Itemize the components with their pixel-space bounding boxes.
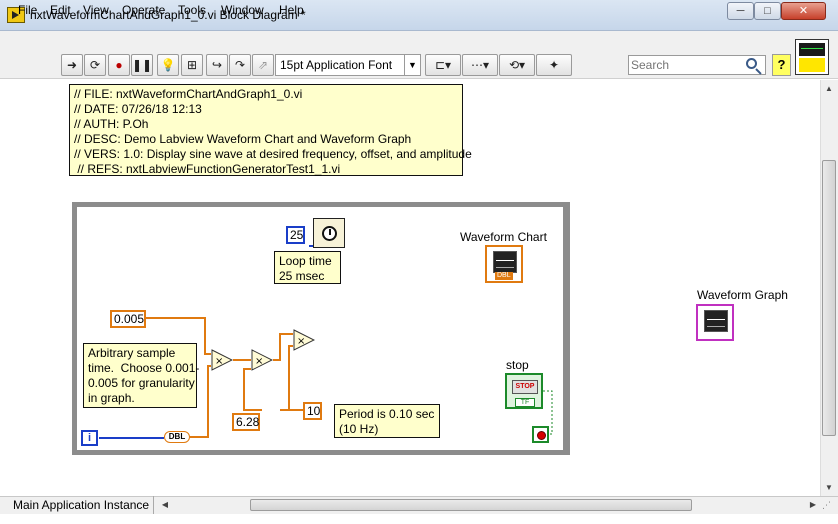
waveform-graph-terminal[interactable] [696,304,734,341]
vertical-scroll-thumb[interactable] [822,160,836,436]
application-instance-label[interactable]: Main Application Instance [10,496,154,514]
iteration-terminal[interactable]: i [81,430,98,446]
horizontal-scroll-thumb[interactable] [250,499,692,511]
wait-ms-icon[interactable] [313,218,345,248]
svg-text:×: × [297,336,305,347]
period-constant[interactable]: 10 [303,402,322,420]
chart-type-tag: DBL [495,272,513,280]
scroll-up-icon[interactable]: ▲ [822,82,836,96]
scroll-down-icon[interactable]: ▼ [822,481,836,495]
wait-constant[interactable]: 25 [286,226,305,244]
waveform-chart-terminal[interactable]: DBL [485,245,523,283]
sample-time-constant[interactable]: 0.005 [110,310,146,328]
loop-condition-terminal[interactable] [532,426,549,443]
scroll-right-icon[interactable]: ▶ [806,498,820,512]
boolean-type-tag: TF [515,398,535,407]
sample-time-note[interactable]: Arbitrary sample time. Choose 0.001- 0.0… [83,343,199,408]
multiply-node-3[interactable]: × [293,329,315,351]
multiply-node-2[interactable]: × [251,349,273,371]
to-double-conversion[interactable]: DBL [164,431,190,443]
scroll-left-icon[interactable]: ◀ [158,498,172,512]
svg-text:×: × [255,356,263,367]
two-pi-constant[interactable]: 6.28 [232,413,260,431]
wires [99,245,553,439]
multiply-node-1[interactable]: × [211,349,233,371]
period-note[interactable]: Period is 0.10 sec (10 Hz) [334,404,440,438]
resize-grip-icon[interactable]: ⋰ [822,500,836,514]
loop-time-note[interactable]: Loop time 25 msec [274,251,341,284]
stop-button-face: STOP [512,380,538,394]
waveform-chart-label[interactable]: Waveform Chart [460,230,547,244]
waveform-graph-label[interactable]: Waveform Graph [697,288,788,302]
stop-label[interactable]: stop [506,358,529,372]
svg-text:×: × [215,356,223,367]
stop-button-terminal[interactable]: STOP TF [505,373,543,409]
